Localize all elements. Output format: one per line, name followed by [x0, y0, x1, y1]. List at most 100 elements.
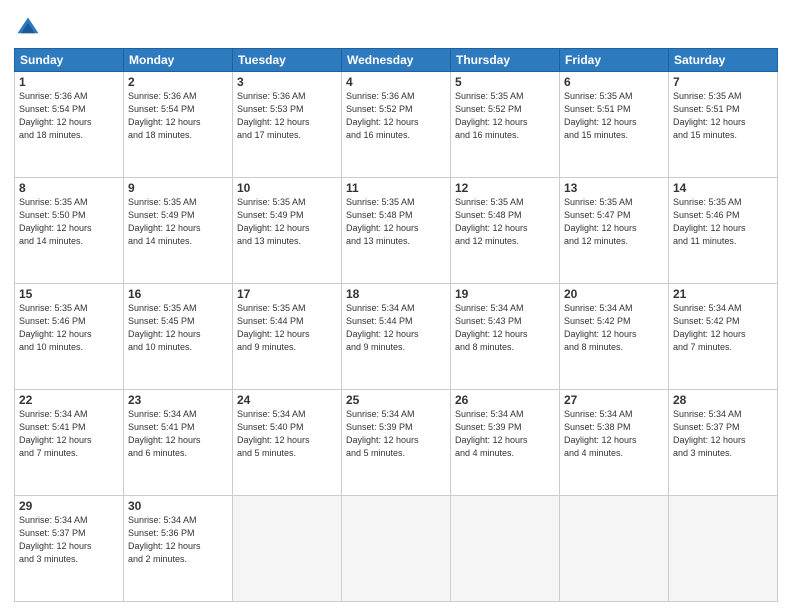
day-number: 27: [564, 393, 664, 407]
day-number: 7: [673, 75, 773, 89]
table-row: 6Sunrise: 5:35 AM Sunset: 5:51 PM Daylig…: [560, 72, 669, 178]
calendar-week-row: 22 Sunrise: 5:34 AM Sunset: 5:41 PM Dayli…: [15, 390, 778, 496]
day-info: Sunrise: 5:36 AM Sunset: 5:54 PM Dayligh…: [19, 90, 119, 142]
table-row: [451, 496, 560, 602]
day-info: Sunrise: 5:35 AM Sunset: 5:51 PM Dayligh…: [673, 90, 773, 142]
day-number: 19: [455, 287, 555, 301]
table-row: 4Sunrise: 5:36 AM Sunset: 5:52 PM Daylig…: [342, 72, 451, 178]
day-number: 10: [237, 181, 337, 195]
day-info: Sunrise: 5:35 AM Sunset: 5:47 PM Dayligh…: [564, 196, 664, 248]
day-info: Sunrise: 5:35 AM Sunset: 5:51 PM Dayligh…: [564, 90, 664, 142]
day-info: Sunrise: 5:35 AM Sunset: 5:50 PM Dayligh…: [19, 196, 119, 248]
calendar-table: Sunday Monday Tuesday Wednesday Thursday…: [14, 48, 778, 602]
day-number: 25: [346, 393, 446, 407]
calendar-week-row: 1Sunrise: 5:36 AM Sunset: 5:54 PM Daylig…: [15, 72, 778, 178]
day-number: 6: [564, 75, 664, 89]
table-row: 10Sunrise: 5:35 AM Sunset: 5:49 PM Dayli…: [233, 178, 342, 284]
table-row: [233, 496, 342, 602]
day-number: 30: [128, 499, 228, 513]
day-info: Sunrise: 5:34 AM Sunset: 5:37 PM Dayligh…: [19, 514, 119, 566]
header-friday: Friday: [560, 49, 669, 72]
day-number: 13: [564, 181, 664, 195]
table-row: 22Sunrise: 5:34 AM Sunset: 5:41 PM Dayli…: [15, 390, 124, 496]
calendar-week-row: 8Sunrise: 5:35 AM Sunset: 5:50 PM Daylig…: [15, 178, 778, 284]
day-info: Sunrise: 5:34 AM Sunset: 5:39 PM Dayligh…: [346, 408, 446, 460]
day-info: Sunrise: 5:34 AM Sunset: 5:40 PM Dayligh…: [237, 408, 337, 460]
table-row: 26Sunrise: 5:34 AM Sunset: 5:39 PM Dayli…: [451, 390, 560, 496]
day-number: 4: [346, 75, 446, 89]
day-number: 2: [128, 75, 228, 89]
day-info: Sunrise: 5:34 AM Sunset: 5:38 PM Dayligh…: [564, 408, 664, 460]
table-row: 30Sunrise: 5:34 AM Sunset: 5:36 PM Dayli…: [124, 496, 233, 602]
day-number: 3: [237, 75, 337, 89]
day-info: Sunrise: 5:34 AM Sunset: 5:37 PM Dayligh…: [673, 408, 773, 460]
table-row: 13Sunrise: 5:35 AM Sunset: 5:47 PM Dayli…: [560, 178, 669, 284]
day-info: Sunrise: 5:36 AM Sunset: 5:54 PM Dayligh…: [128, 90, 228, 142]
table-row: 27Sunrise: 5:34 AM Sunset: 5:38 PM Dayli…: [560, 390, 669, 496]
table-row: 20Sunrise: 5:34 AM Sunset: 5:42 PM Dayli…: [560, 284, 669, 390]
day-number: 20: [564, 287, 664, 301]
page: Sunday Monday Tuesday Wednesday Thursday…: [0, 0, 792, 612]
day-info: Sunrise: 5:35 AM Sunset: 5:46 PM Dayligh…: [19, 302, 119, 354]
logo: [14, 14, 46, 42]
table-row: 7Sunrise: 5:35 AM Sunset: 5:51 PM Daylig…: [669, 72, 778, 178]
table-row: 8Sunrise: 5:35 AM Sunset: 5:50 PM Daylig…: [15, 178, 124, 284]
day-info: Sunrise: 5:35 AM Sunset: 5:49 PM Dayligh…: [128, 196, 228, 248]
header-wednesday: Wednesday: [342, 49, 451, 72]
day-number: 24: [237, 393, 337, 407]
day-number: 9: [128, 181, 228, 195]
day-number: 17: [237, 287, 337, 301]
day-info: Sunrise: 5:35 AM Sunset: 5:48 PM Dayligh…: [455, 196, 555, 248]
day-info: Sunrise: 5:36 AM Sunset: 5:53 PM Dayligh…: [237, 90, 337, 142]
table-row: 9Sunrise: 5:35 AM Sunset: 5:49 PM Daylig…: [124, 178, 233, 284]
day-info: Sunrise: 5:35 AM Sunset: 5:46 PM Dayligh…: [673, 196, 773, 248]
day-number: 15: [19, 287, 119, 301]
day-info: Sunrise: 5:35 AM Sunset: 5:44 PM Dayligh…: [237, 302, 337, 354]
day-info: Sunrise: 5:34 AM Sunset: 5:41 PM Dayligh…: [128, 408, 228, 460]
table-row: 15Sunrise: 5:35 AM Sunset: 5:46 PM Dayli…: [15, 284, 124, 390]
day-number: 29: [19, 499, 119, 513]
day-info: Sunrise: 5:35 AM Sunset: 5:49 PM Dayligh…: [237, 196, 337, 248]
table-row: 25Sunrise: 5:34 AM Sunset: 5:39 PM Dayli…: [342, 390, 451, 496]
calendar-week-row: 15Sunrise: 5:35 AM Sunset: 5:46 PM Dayli…: [15, 284, 778, 390]
header-tuesday: Tuesday: [233, 49, 342, 72]
day-number: 18: [346, 287, 446, 301]
header-thursday: Thursday: [451, 49, 560, 72]
table-row: 18Sunrise: 5:34 AM Sunset: 5:44 PM Dayli…: [342, 284, 451, 390]
day-number: 21: [673, 287, 773, 301]
table-row: 14Sunrise: 5:35 AM Sunset: 5:46 PM Dayli…: [669, 178, 778, 284]
calendar-header-row: Sunday Monday Tuesday Wednesday Thursday…: [15, 49, 778, 72]
table-row: 12Sunrise: 5:35 AM Sunset: 5:48 PM Dayli…: [451, 178, 560, 284]
table-row: 24Sunrise: 5:34 AM Sunset: 5:40 PM Dayli…: [233, 390, 342, 496]
day-number: 22: [19, 393, 119, 407]
table-row: 28Sunrise: 5:34 AM Sunset: 5:37 PM Dayli…: [669, 390, 778, 496]
day-info: Sunrise: 5:34 AM Sunset: 5:42 PM Dayligh…: [673, 302, 773, 354]
table-row: 19Sunrise: 5:34 AM Sunset: 5:43 PM Dayli…: [451, 284, 560, 390]
logo-icon: [14, 14, 42, 42]
header-sunday: Sunday: [15, 49, 124, 72]
day-number: 23: [128, 393, 228, 407]
table-row: 1Sunrise: 5:36 AM Sunset: 5:54 PM Daylig…: [15, 72, 124, 178]
day-number: 11: [346, 181, 446, 195]
day-info: Sunrise: 5:34 AM Sunset: 5:39 PM Dayligh…: [455, 408, 555, 460]
table-row: 5Sunrise: 5:35 AM Sunset: 5:52 PM Daylig…: [451, 72, 560, 178]
day-number: 14: [673, 181, 773, 195]
table-row: 21Sunrise: 5:34 AM Sunset: 5:42 PM Dayli…: [669, 284, 778, 390]
table-row: 23Sunrise: 5:34 AM Sunset: 5:41 PM Dayli…: [124, 390, 233, 496]
table-row: [669, 496, 778, 602]
day-number: 12: [455, 181, 555, 195]
day-number: 28: [673, 393, 773, 407]
table-row: [342, 496, 451, 602]
day-number: 5: [455, 75, 555, 89]
day-number: 1: [19, 75, 119, 89]
day-info: Sunrise: 5:34 AM Sunset: 5:42 PM Dayligh…: [564, 302, 664, 354]
day-info: Sunrise: 5:34 AM Sunset: 5:36 PM Dayligh…: [128, 514, 228, 566]
header: [14, 10, 778, 42]
day-number: 26: [455, 393, 555, 407]
day-info: Sunrise: 5:34 AM Sunset: 5:43 PM Dayligh…: [455, 302, 555, 354]
table-row: 3Sunrise: 5:36 AM Sunset: 5:53 PM Daylig…: [233, 72, 342, 178]
day-info: Sunrise: 5:36 AM Sunset: 5:52 PM Dayligh…: [346, 90, 446, 142]
table-row: 2Sunrise: 5:36 AM Sunset: 5:54 PM Daylig…: [124, 72, 233, 178]
day-info: Sunrise: 5:35 AM Sunset: 5:45 PM Dayligh…: [128, 302, 228, 354]
table-row: 11Sunrise: 5:35 AM Sunset: 5:48 PM Dayli…: [342, 178, 451, 284]
